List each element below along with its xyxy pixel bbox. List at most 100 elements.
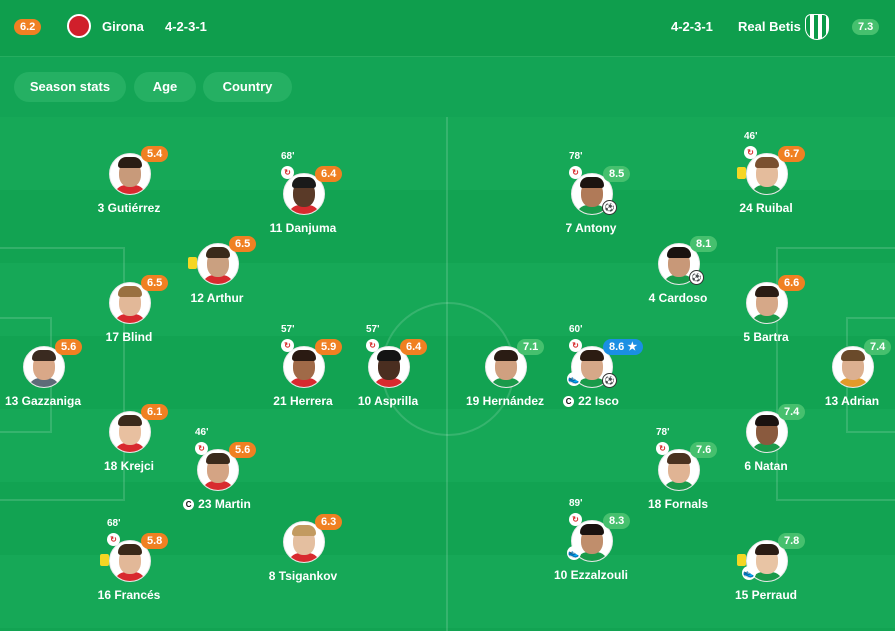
player-rating: 5.6 xyxy=(229,442,257,458)
player-rating: 7.4 xyxy=(864,339,892,355)
hair-icon xyxy=(118,157,142,168)
goal-ball-icon: ⚽ xyxy=(602,373,617,388)
player-name: 7 Antony xyxy=(565,221,617,235)
player-name: 5 Bartra xyxy=(743,330,789,344)
age-button[interactable]: Age xyxy=(134,72,196,102)
player-name: C 23 Martin xyxy=(137,497,297,511)
hair-icon xyxy=(377,350,401,361)
player-card-p10[interactable]: 5.8 68' ↻ 16 Francés xyxy=(69,518,189,630)
hair-icon xyxy=(118,544,142,555)
substitution-minute: 78' xyxy=(656,427,670,438)
substitution-minute: 89' xyxy=(569,498,583,509)
player-card-p13[interactable]: 6.7 46' ↻ 24 Ruibal xyxy=(706,131,826,243)
player-rating: 8.5 xyxy=(603,166,631,182)
star-icon: ★ xyxy=(627,341,638,353)
player-name: 24 Ruibal xyxy=(739,201,793,215)
hair-icon xyxy=(206,247,230,258)
hair-icon xyxy=(494,350,518,361)
player-name: 15 Perraud xyxy=(734,588,798,602)
yellow-card-icon xyxy=(737,167,746,179)
substitution-icon: ↻ xyxy=(744,146,757,159)
substitution-minute: 78' xyxy=(569,151,583,162)
substitution-minute: 57' xyxy=(366,324,380,335)
hair-icon xyxy=(667,453,691,464)
hair-icon xyxy=(580,350,604,361)
player-rating: 7.8 xyxy=(778,533,806,549)
player-rating: 8.6 ★ xyxy=(603,339,644,355)
substitution-icon: ↻ xyxy=(569,513,582,526)
player-rating: 6.6 xyxy=(778,275,806,291)
hair-icon xyxy=(841,350,865,361)
player-name: 18 Fornals xyxy=(647,497,709,511)
assist-boot-icon: 👟 xyxy=(567,372,581,386)
hair-icon xyxy=(118,415,142,426)
player-card-p17[interactable]: 8.6 ★ 60' ↻ ⚽ 👟 C 22 Isco xyxy=(531,324,651,436)
player-rating: 7.4 xyxy=(778,404,806,420)
player-card-p22[interactable]: 7.8 👟 15 Perraud xyxy=(706,533,826,630)
player-name: 13 Gazzaniga xyxy=(4,394,82,408)
home-formation: 4-2-3-1 xyxy=(165,19,207,34)
country-button[interactable]: Country xyxy=(203,72,292,102)
player-rating: 5.8 xyxy=(141,533,169,549)
player-rating: 6.3 xyxy=(315,514,343,530)
player-name: 16 Francés xyxy=(97,588,161,602)
substitution-icon: ↻ xyxy=(281,166,294,179)
player-card-p6[interactable]: 6.4 57' ↻ 10 Asprilla xyxy=(328,324,448,436)
player-rating: 5.6 xyxy=(55,339,83,355)
player-card-p11[interactable]: 6.3 8 Tsigankov xyxy=(243,514,363,611)
hair-icon xyxy=(32,350,56,361)
substitution-icon: ↻ xyxy=(569,339,582,352)
captain-icon: C xyxy=(183,499,195,511)
player-rating: 5.4 xyxy=(141,146,169,162)
hair-icon xyxy=(580,177,604,188)
player-rating: 6.5 xyxy=(229,236,257,252)
substitution-icon: ↻ xyxy=(569,166,582,179)
hair-icon xyxy=(755,286,779,297)
substitution-minute: 68' xyxy=(281,151,295,162)
yellow-card-icon xyxy=(737,554,746,566)
season-stats-button[interactable]: Season stats xyxy=(14,72,126,102)
hair-icon xyxy=(755,415,779,426)
home-team-name[interactable]: Girona xyxy=(102,19,144,34)
substitution-icon: ↻ xyxy=(195,442,208,455)
player-card-p21[interactable]: 8.3 89' ↻ 👟 10 Ezzalzouli xyxy=(531,498,651,610)
hair-icon xyxy=(292,350,316,361)
player-rating: 6.4 xyxy=(315,166,343,182)
player-rating: 6.4 xyxy=(400,339,428,355)
hair-icon xyxy=(755,157,779,168)
match-header: 6.2 Girona 4-2-3-1 4-2-3-1 Real Betis 7.… xyxy=(0,0,895,57)
girona-crest-icon xyxy=(67,14,91,38)
player-name: C 22 Isco xyxy=(511,394,671,408)
substitution-icon: ↻ xyxy=(107,533,120,546)
hair-icon xyxy=(118,286,142,297)
player-name: 10 Ezzalzouli xyxy=(553,568,629,582)
hair-icon xyxy=(580,524,604,535)
goal-ball-icon: ⚽ xyxy=(689,270,704,285)
substitution-icon: ↻ xyxy=(281,339,294,352)
hair-icon xyxy=(292,525,316,536)
substitution-minute: 57' xyxy=(281,324,295,335)
player-rating: 6.7 xyxy=(778,146,806,162)
substitution-icon: ↻ xyxy=(656,442,669,455)
substitution-icon: ↻ xyxy=(366,339,379,352)
player-rating: 8.1 xyxy=(690,236,718,252)
away-team-name[interactable]: Real Betis xyxy=(738,19,801,34)
player-name: 3 Gutiérrez xyxy=(97,201,161,215)
hair-icon xyxy=(667,247,691,258)
player-rating: 8.3 xyxy=(603,513,631,529)
player-name: 11 Danjuma xyxy=(269,221,337,235)
hair-icon xyxy=(755,544,779,555)
real-betis-crest-icon xyxy=(805,14,829,40)
substitution-minute: 46' xyxy=(195,427,209,438)
player-rating: 6.1 xyxy=(141,404,169,420)
away-formation: 4-2-3-1 xyxy=(671,19,713,34)
player-rating: 6.5 xyxy=(141,275,169,291)
player-name: 8 Tsigankov xyxy=(268,569,338,583)
home-team-rating: 6.2 xyxy=(14,19,42,35)
assist-boot-icon: 👟 xyxy=(567,546,581,560)
assist-boot-icon: 👟 xyxy=(742,566,756,580)
yellow-card-icon xyxy=(100,554,109,566)
hair-icon xyxy=(292,177,316,188)
captain-icon: C xyxy=(563,396,575,408)
player-card-p1[interactable]: 5.4 3 Gutiérrez xyxy=(69,146,189,243)
